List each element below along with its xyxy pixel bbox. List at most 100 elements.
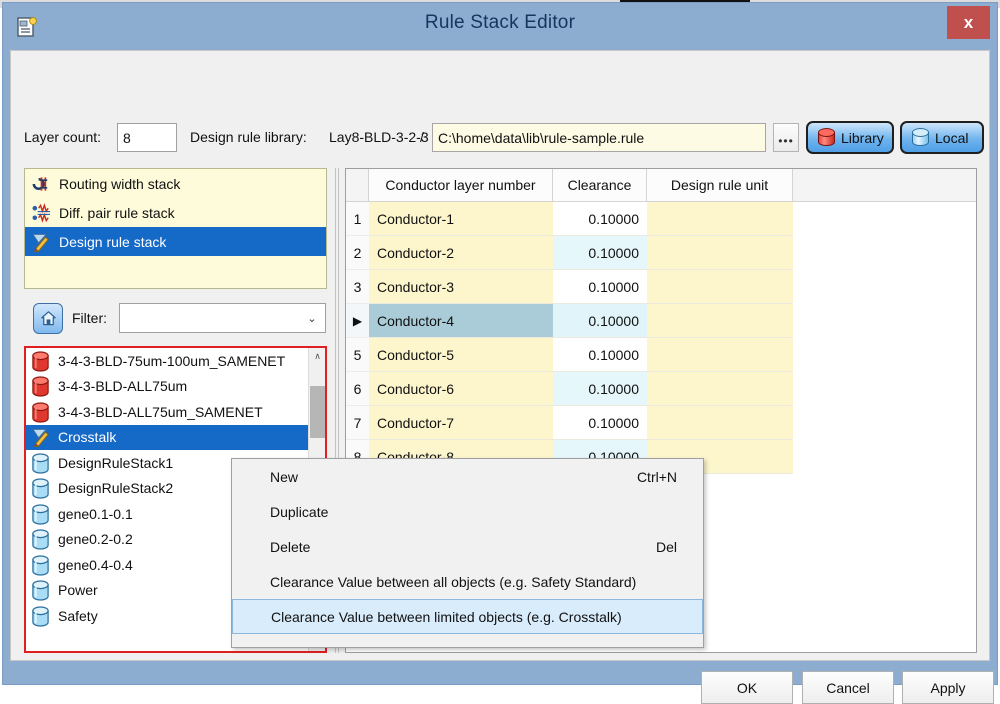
blue-cylinder-icon (32, 504, 49, 525)
row-conductor-layer-number[interactable]: Conductor-3 (369, 270, 553, 304)
row-index: 5 (346, 338, 369, 372)
design-rule-library-name: Lay8-BLD-3-2-3 (329, 129, 429, 145)
table-row[interactable]: 1 Conductor-1 0.10000 (346, 202, 976, 236)
context-menu[interactable]: New Ctrl+N Duplicate Delete Del Clearance Val… (231, 458, 704, 648)
browse-button[interactable]: ••• (773, 123, 799, 152)
blue-cylinder-icon (912, 127, 929, 148)
design-rule-icon (31, 429, 49, 449)
scroll-up-icon[interactable]: ∧ (309, 348, 325, 365)
filter-label: Filter: (72, 310, 107, 326)
row-conductor-layer-number[interactable]: Conductor-1 (369, 202, 553, 236)
row-design-rule-unit[interactable] (647, 338, 793, 372)
library-button-label: Library (841, 129, 884, 146)
table-row[interactable]: 6 Conductor-6 0.10000 (346, 372, 976, 406)
row-design-rule-unit[interactable] (647, 372, 793, 406)
design-rule-icon (31, 233, 49, 253)
home-icon (40, 311, 56, 326)
design-rule-icon (31, 232, 52, 253)
row-design-rule-unit[interactable] (647, 406, 793, 440)
red-cylinder-icon (31, 402, 52, 423)
blue-cylinder-icon (31, 504, 52, 525)
rule-list-item-label: Crosstalk (58, 429, 117, 446)
blue-cylinder-icon (31, 453, 52, 474)
table-row[interactable]: 7 Conductor-7 0.10000 (346, 406, 976, 440)
blue-cylinder-icon (32, 606, 49, 627)
rule-list-item-label: Safety (58, 607, 98, 624)
rule-list-item[interactable]: Crosstalk (26, 424, 309, 450)
design-rule-icon (31, 427, 52, 449)
row-clearance[interactable]: 0.10000 (553, 236, 647, 270)
row-clearance[interactable]: 0.10000 (553, 270, 647, 304)
context-menu-item-label: Delete (270, 538, 311, 555)
row-conductor-layer-number[interactable]: Conductor-4 (369, 304, 553, 338)
context-menu-item[interactable]: Delete Del (232, 529, 703, 564)
layer-count-input[interactable]: 8 (117, 123, 177, 152)
row-index: ▶ (346, 304, 369, 338)
context-menu-shortcut: Del (655, 538, 677, 555)
row-index: 7 (346, 406, 369, 440)
dialog-client-area: Layer count: 8 Design rule library: Lay8… (10, 50, 994, 704)
table-row[interactable]: 3 Conductor-3 0.10000 (346, 270, 976, 304)
grid-column-header[interactable]: Conductor layer number (369, 169, 553, 201)
stack-list-item[interactable]: Design rule stack (25, 227, 326, 256)
chevron-down-icon: ⌄ (307, 312, 317, 325)
ok-button[interactable]: OK (701, 671, 793, 704)
context-menu-item-label: Duplicate (270, 503, 329, 520)
filter-combobox[interactable]: ⌄ (119, 303, 326, 333)
stack-type-list[interactable]: Routing width stack Diff. pair rule stack… (24, 168, 327, 289)
rule-list-item[interactable]: 3-4-3-BLD-75um-100um_SAMENET (26, 348, 309, 374)
table-row[interactable]: 2 Conductor-2 0.10000 (346, 236, 976, 270)
grid-column-header[interactable] (346, 169, 369, 201)
row-clearance[interactable]: 0.10000 (553, 406, 647, 440)
local-button[interactable]: Local (900, 121, 984, 154)
stack-list-item-label: Diff. pair rule stack (59, 204, 175, 221)
context-menu-item[interactable]: Clearance Value between limited objects … (232, 599, 703, 634)
row-conductor-layer-number[interactable]: Conductor-2 (369, 236, 553, 270)
stack-list-item[interactable]: Diff. pair rule stack (25, 198, 326, 227)
rule-list-item-label: 3-4-3-BLD-ALL75um_SAMENET (58, 403, 263, 420)
row-clearance[interactable]: 0.10000 (553, 372, 647, 406)
row-clearance[interactable]: 0.10000 (553, 304, 647, 338)
browse-dots: ••• (778, 134, 794, 148)
rule-list-item-label: DesignRuleStack2 (58, 480, 174, 497)
rule-list-item[interactable]: 3-4-3-BLD-ALL75um_SAMENET (26, 399, 309, 425)
row-design-rule-unit[interactable] (647, 236, 793, 270)
red-cylinder-icon (32, 376, 49, 397)
scrollbar-thumb[interactable] (310, 386, 325, 438)
blue-cylinder-icon (31, 606, 52, 627)
blue-cylinder-icon (31, 580, 52, 601)
blue-cylinder-icon (32, 555, 49, 576)
context-menu-item[interactable]: New Ctrl+N (232, 459, 703, 494)
rule-list-item[interactable]: 3-4-3-BLD-ALL75um (26, 374, 309, 400)
table-row[interactable]: ▶ Conductor-4 0.10000 (346, 304, 976, 338)
context-menu-item-label: Clearance Value between all objects (e.g… (270, 573, 637, 590)
table-row[interactable]: 5 Conductor-5 0.10000 (346, 338, 976, 372)
library-path-input[interactable]: C:\home\data\lib\rule-sample.rule (432, 123, 766, 152)
row-conductor-layer-number[interactable]: Conductor-7 (369, 406, 553, 440)
red-cylinder-icon (818, 127, 835, 148)
apply-button[interactable]: Apply (902, 671, 994, 704)
row-design-rule-unit[interactable] (647, 270, 793, 304)
blue-cylinder-icon (31, 555, 52, 576)
grid-column-header[interactable]: Design rule unit (647, 169, 793, 201)
cancel-button[interactable]: Cancel (802, 671, 894, 704)
grid-header-row: Conductor layer number Clearance Design ru… (346, 169, 976, 202)
context-menu-item[interactable]: Clearance Value between all objects (e.g… (232, 564, 703, 599)
row-conductor-layer-number[interactable]: Conductor-5 (369, 338, 553, 372)
row-clearance[interactable]: 0.10000 (553, 338, 647, 372)
row-design-rule-unit[interactable] (647, 202, 793, 236)
rule-stack-editor-window: Rule Stack Editor x Layer count: 8 Desig… (2, 2, 998, 704)
library-button[interactable]: Library (806, 121, 894, 154)
row-clearance[interactable]: 0.10000 (553, 202, 647, 236)
rule-list-item-label: gene0.2-0.2 (58, 531, 133, 548)
grid-column-header[interactable]: Clearance (553, 169, 647, 201)
row-index: 1 (346, 202, 369, 236)
home-button[interactable] (33, 303, 63, 334)
blue-cylinder-icon (32, 453, 49, 474)
context-menu-item[interactable]: Duplicate (232, 494, 703, 529)
close-button[interactable]: x (947, 6, 990, 39)
row-design-rule-unit[interactable] (647, 304, 793, 338)
row-conductor-layer-number[interactable]: Conductor-6 (369, 372, 553, 406)
desktop-background: Rule Stack Editor x Layer count: 8 Desig… (0, 0, 1000, 704)
stack-list-item[interactable]: Routing width stack (25, 169, 326, 198)
